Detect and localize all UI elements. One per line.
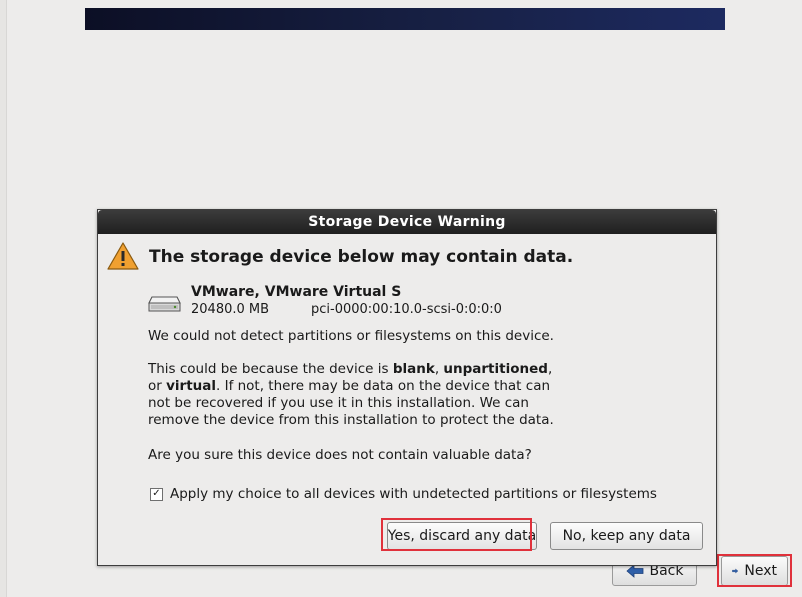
- dialog-headline: The storage device below may contain dat…: [149, 247, 574, 267]
- device-size: 20480.0 MB: [191, 302, 270, 317]
- apply-all-checkbox[interactable]: ✓: [150, 487, 163, 501]
- keep-data-button[interactable]: No, keep any data: [550, 522, 703, 550]
- dialog-title: Storage Device Warning: [308, 214, 506, 230]
- emphasis-blank: blank: [392, 361, 435, 377]
- apply-all-label[interactable]: Apply my choice to all devices with unde…: [170, 486, 657, 502]
- storage-warning-dialog: Storage Device Warning The storage devic…: [97, 209, 717, 566]
- header-banner: [85, 8, 725, 30]
- text-segment: . If not, there may be data on the devic…: [216, 378, 551, 394]
- text-segment: This could be because the device is: [148, 361, 393, 377]
- window-edge: [0, 0, 7, 597]
- message-explanation: This could be because the device is blan…: [148, 361, 554, 429]
- device-path: pci-0000:00:10.0-scsi-0:0:0:0: [311, 302, 502, 317]
- warning-icon: [107, 242, 139, 270]
- next-button[interactable]: Next: [721, 556, 788, 586]
- checkmark-icon: ✓: [152, 488, 161, 499]
- emphasis-unpartitioned: unpartitioned: [443, 361, 548, 377]
- emphasis-virtual: virtual: [166, 378, 216, 394]
- device-name: VMware, VMware Virtual S: [191, 284, 402, 300]
- discard-data-button[interactable]: Yes, discard any data: [387, 522, 537, 550]
- apply-all-row[interactable]: ✓ Apply my choice to all devices with un…: [150, 486, 657, 502]
- arrow-right-icon: [732, 568, 739, 574]
- dialog-titlebar[interactable]: Storage Device Warning: [98, 210, 716, 234]
- explanation-line-1: This could be because the device is blan…: [148, 361, 554, 378]
- explanation-line-4: remove the device from this installation…: [148, 412, 554, 428]
- explanation-line-3: not be recovered if you use it in this i…: [148, 395, 529, 411]
- explanation-line-2: or virtual. If not, there may be data on…: [148, 378, 554, 395]
- confirmation-question: Are you sure this device does not contai…: [148, 447, 532, 463]
- arrow-left-icon: [625, 564, 643, 578]
- text-segment: ,: [547, 361, 553, 377]
- next-button-label: Next: [744, 563, 777, 579]
- message-no-partitions: We could not detect partitions or filesy…: [148, 328, 554, 344]
- hard-disk-icon: [148, 296, 181, 312]
- text-segment: or: [148, 378, 167, 394]
